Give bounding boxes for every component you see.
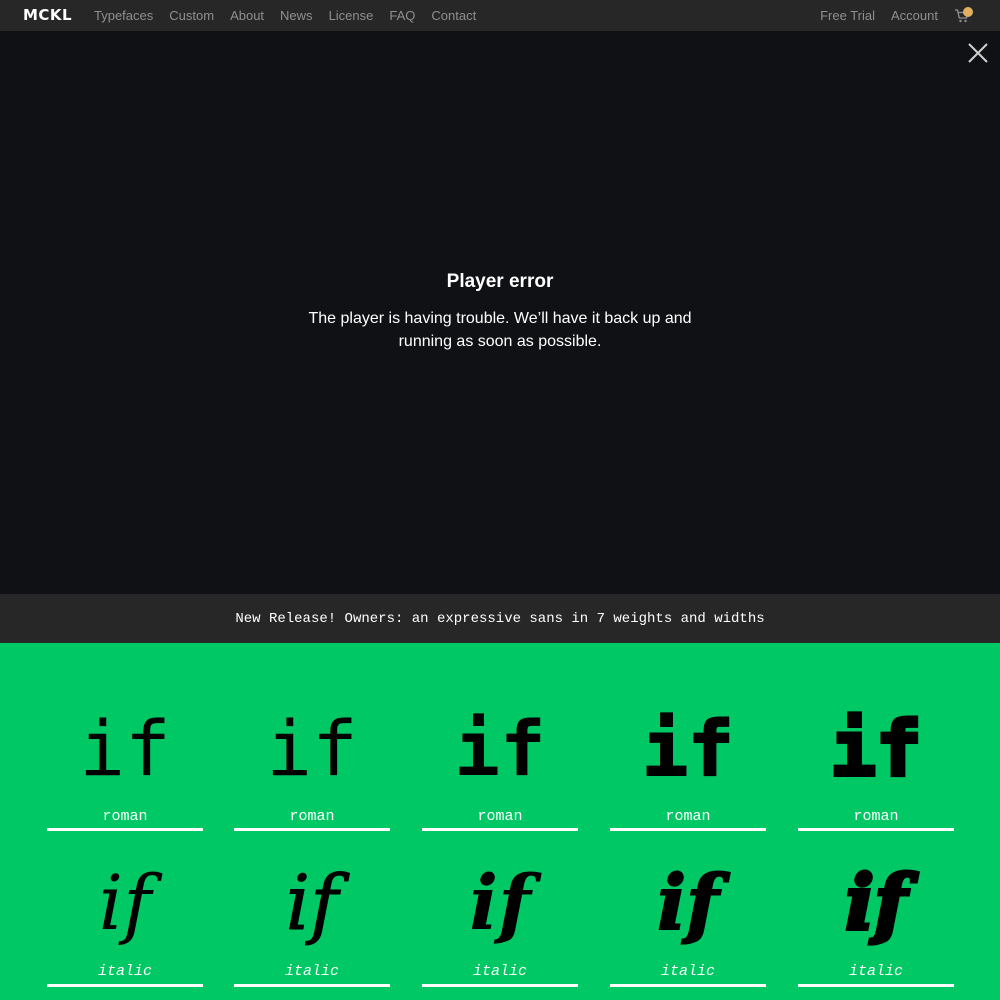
nav-typefaces[interactable]: Typefaces bbox=[94, 8, 153, 23]
specimen-underline bbox=[798, 984, 954, 987]
specimen-glyph: if bbox=[656, 858, 720, 947]
specimen-glyph: if bbox=[828, 704, 924, 793]
nav-license[interactable]: License bbox=[329, 8, 374, 23]
specimen-underline bbox=[234, 828, 390, 831]
specimen-glyph: if bbox=[641, 704, 735, 793]
top-nav: MCKL Typefaces Custom About News License… bbox=[0, 0, 1000, 31]
specimen-underline bbox=[234, 984, 390, 987]
cart-badge bbox=[963, 6, 973, 17]
specimen-underline bbox=[610, 984, 766, 987]
specimen-italic-4[interactable]: if italic bbox=[610, 853, 766, 993]
site-logo[interactable]: MCKL bbox=[23, 6, 72, 24]
specimen-label: italic bbox=[660, 963, 715, 980]
specimen-underline bbox=[422, 828, 578, 831]
specimen-italic-5[interactable]: if italic bbox=[798, 853, 954, 993]
video-player[interactable]: Player error The player is having troubl… bbox=[0, 31, 1000, 594]
specimen-label: roman bbox=[477, 808, 523, 825]
nav-custom[interactable]: Custom bbox=[169, 8, 214, 23]
specimen-label: roman bbox=[853, 808, 899, 825]
specimen-glyph: if bbox=[266, 704, 358, 793]
specimen-roman-2[interactable]: if roman bbox=[234, 693, 390, 833]
nav-faq[interactable]: FAQ bbox=[389, 8, 415, 23]
specimen-label: italic bbox=[284, 963, 339, 980]
specimen-label: roman bbox=[102, 808, 148, 825]
specimen-italic-1[interactable]: if italic bbox=[47, 853, 203, 993]
specimen-underline bbox=[610, 828, 766, 831]
nav-contact[interactable]: Contact bbox=[431, 8, 476, 23]
specimen-italic-2[interactable]: if italic bbox=[234, 853, 390, 993]
specimen-label: italic bbox=[848, 963, 903, 980]
specimen-label: roman bbox=[665, 808, 711, 825]
specimen-glyph: if bbox=[79, 704, 171, 793]
release-banner: New Release! Owners: an expressive sans … bbox=[0, 594, 1000, 643]
player-error-title: Player error bbox=[446, 271, 554, 292]
specimen-grid: if roman if roman if roman if roman if r… bbox=[0, 643, 1000, 1000]
nav-news[interactable]: News bbox=[280, 8, 313, 23]
specimen-glyph: if bbox=[285, 858, 339, 947]
specimen-roman-4[interactable]: if roman bbox=[610, 693, 766, 833]
specimen-label: roman bbox=[289, 808, 335, 825]
nav-about[interactable]: About bbox=[230, 8, 264, 23]
specimen-glyph: if bbox=[469, 858, 531, 947]
specimen-roman-5[interactable]: if roman bbox=[798, 693, 954, 833]
player-error-message: The player is having trouble. We’ll have… bbox=[308, 310, 692, 350]
nav-free-trial[interactable]: Free Trial bbox=[820, 8, 875, 23]
close-icon[interactable] bbox=[967, 42, 989, 64]
release-banner-link[interactable]: New Release! Owners: an expressive sans … bbox=[235, 611, 764, 627]
specimen-glyph: if bbox=[454, 704, 546, 793]
specimen-underline bbox=[47, 828, 203, 831]
nav-account[interactable]: Account bbox=[891, 8, 938, 23]
specimen-underline bbox=[47, 984, 203, 987]
specimen-underline bbox=[422, 984, 578, 987]
specimen-roman-3[interactable]: if roman bbox=[422, 693, 578, 833]
cart-icon[interactable] bbox=[954, 6, 974, 25]
specimen-glyph: if bbox=[843, 858, 909, 947]
primary-nav: Typefaces Custom About News License FAQ … bbox=[94, 0, 476, 31]
specimen-underline bbox=[798, 828, 954, 831]
specimen-roman-1[interactable]: if roman bbox=[47, 693, 203, 833]
specimen-label: italic bbox=[97, 963, 152, 980]
specimen-italic-3[interactable]: if italic bbox=[422, 853, 578, 993]
specimen-glyph: if bbox=[98, 858, 152, 947]
account-nav: Free Trial Account bbox=[820, 0, 974, 31]
specimen-label: italic bbox=[472, 963, 527, 980]
